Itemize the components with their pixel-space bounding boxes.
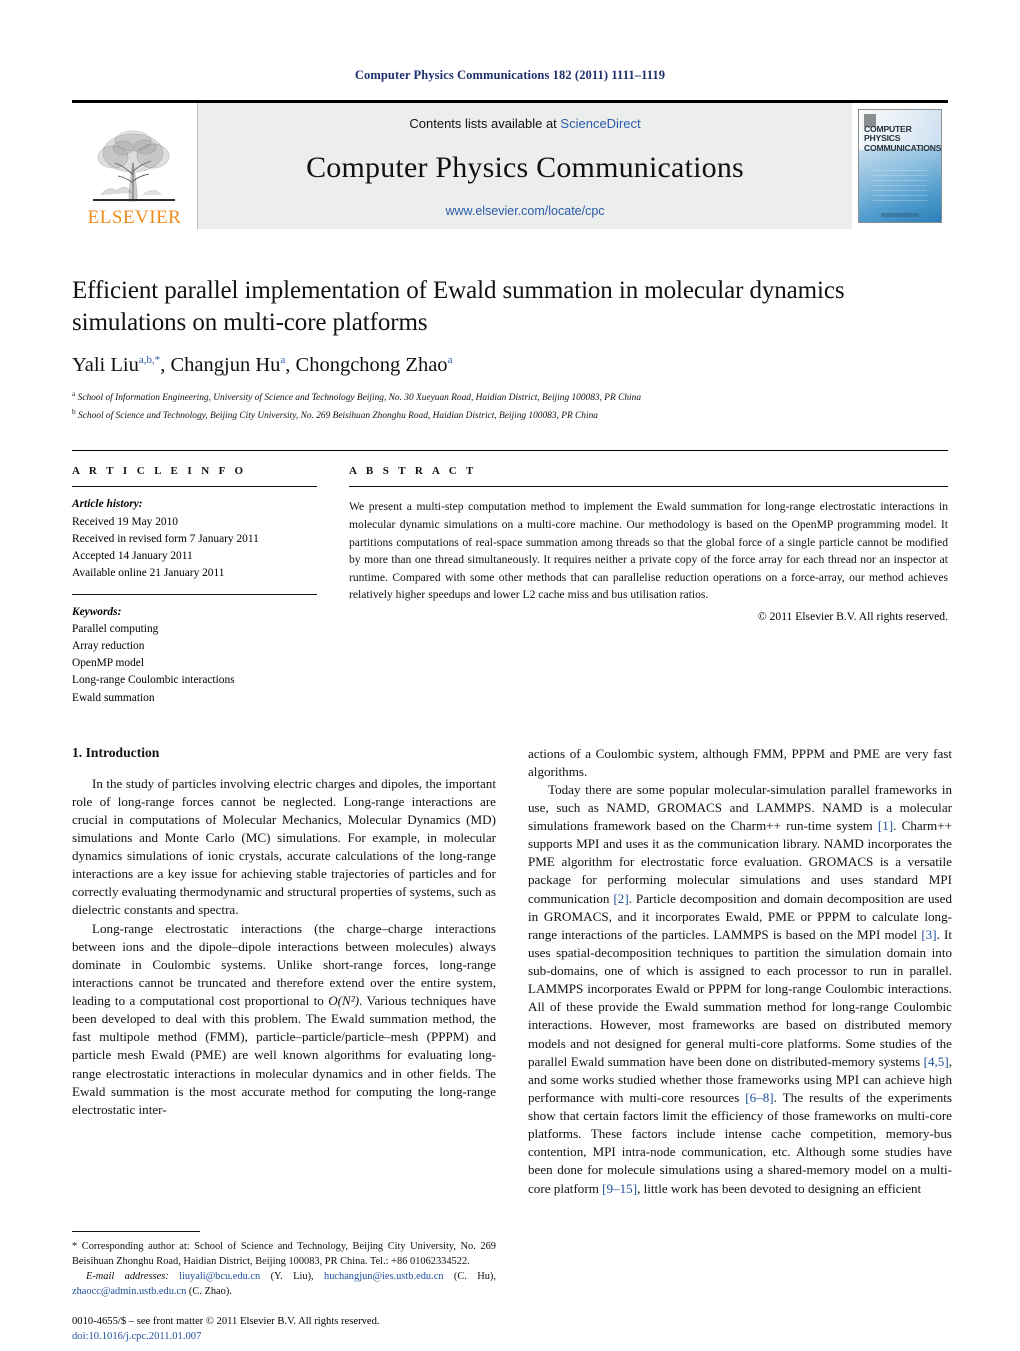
paragraph: In the study of particles involving elec… — [72, 775, 496, 918]
corresponding-text: Corresponding author at: School of Scien… — [72, 1240, 496, 1267]
paragraph: Today there are some popular molecular-s… — [528, 781, 952, 1198]
body-column-right: actions of a Coulombic system, although … — [528, 745, 952, 1345]
email-owner-3: (C. Zhao). — [188, 1285, 232, 1297]
journal-cover-thumbnail: COMPUTER PHYSICS COMMUNICATIONS — [852, 103, 948, 229]
imprint-block: 0010-4655/$ – see front matter © 2011 El… — [72, 1314, 496, 1345]
running-head: Computer Physics Communications 182 (201… — [354, 68, 666, 82]
cover-image: COMPUTER PHYSICS COMMUNICATIONS — [858, 109, 942, 223]
title-block: Efficient parallel implementation of Ewa… — [72, 275, 948, 423]
article-info-column: A R T I C L E I N F O Article history: R… — [72, 465, 317, 706]
article-history-label: Article history: — [72, 498, 143, 511]
email-link-1[interactable]: liuyali@bcu.edu.cn — [179, 1271, 260, 1282]
history-item: Received in revised form 7 January 2011 — [72, 532, 259, 545]
elsevier-wordmark: ELSEVIER — [87, 207, 182, 228]
citation-ref[interactable]: [6–8] — [745, 1090, 773, 1105]
citation-ref[interactable]: [2] — [613, 891, 628, 906]
banner-center: Contents lists available at ScienceDirec… — [198, 103, 852, 229]
paragraph-part: , little work has been devoted to design… — [637, 1180, 922, 1196]
keywords-group: Keywords: Parallel computing Array reduc… — [72, 604, 317, 707]
sciencedirect-link[interactable]: ScienceDirect — [560, 116, 640, 131]
paragraph: actions of a Coulombic system, although … — [528, 745, 952, 779]
journal-banner: ELSEVIER Contents lists available at Sci… — [72, 100, 948, 229]
history-item: Received 19 May 2010 — [72, 515, 178, 528]
article-history-group: Article history: Received 19 May 2010 Re… — [72, 496, 317, 582]
contents-available-line: Contents lists available at ScienceDirec… — [409, 116, 640, 131]
history-item: Accepted 14 January 2011 — [72, 549, 193, 562]
elsevier-logo: ELSEVIER — [72, 103, 198, 229]
corresponding-marker: * — [72, 1240, 78, 1252]
abstract-rule — [349, 486, 948, 488]
cover-subtitle-rule — [864, 149, 935, 152]
affiliation-b-text: School of Science and Technology, Beijin… — [78, 410, 598, 421]
footnote-divider — [72, 1230, 200, 1232]
keyword-item: Long-range Coulombic interactions — [72, 674, 235, 687]
abstract-text: We present a multi-step computation meth… — [349, 500, 948, 602]
email-owner-1: (Y. Liu), — [270, 1270, 314, 1282]
article-info-heading: A R T I C L E I N F O — [72, 465, 247, 478]
corresponding-author-note: * Corresponding author at: School of Sci… — [72, 1239, 496, 1269]
paragraph-part: . Various techniques have been developed… — [72, 993, 496, 1117]
email-note: E-mail addresses: liuyali@bcu.edu.cn (Y.… — [72, 1269, 496, 1299]
footnote-area: * Corresponding author at: School of Sci… — [72, 1230, 496, 1345]
affiliation-a: a School of Information Engineering, Uni… — [72, 389, 642, 404]
history-item: Available online 21 January 2011 — [72, 566, 225, 579]
abstract-copyright: © 2011 Elsevier B.V. All rights reserved… — [757, 610, 948, 624]
affiliation-a-text: School of Information Engineering, Unive… — [77, 393, 642, 404]
section-heading-introduction: 1. Introduction — [72, 744, 160, 760]
page-title: Efficient parallel implementation of Ewa… — [72, 277, 845, 336]
keyword-item: Ewald summation — [72, 691, 155, 704]
author-list: Yali Liua,b,*, Changjun Hua, Chongchong … — [72, 354, 453, 376]
paper-page: Computer Physics Communications 182 (201… — [0, 0, 1020, 1351]
article-info-separator — [72, 593, 317, 595]
journal-url-link[interactable]: www.elsevier.com/locate/cpc — [445, 204, 604, 218]
citation-ref[interactable]: [9–15] — [602, 1181, 637, 1196]
keywords-label: Keywords: — [72, 605, 122, 618]
keyword-item: Parallel computing — [72, 623, 159, 636]
journal-title: Computer Physics Communications — [306, 150, 744, 184]
email-link-3[interactable]: zhaocc@admin.ustb.edu.cn — [72, 1286, 186, 1297]
doi-link[interactable]: doi:10.1016/j.cpc.2011.01.007 — [72, 1329, 496, 1344]
citation-ref[interactable]: [4,5] — [924, 1054, 949, 1069]
contents-prefix: Contents lists available at — [409, 116, 557, 131]
email-link-2[interactable]: huchangjun@ies.ustb.edu.cn — [324, 1271, 444, 1282]
affiliation-b: b School of Science and Technology, Beij… — [72, 406, 598, 421]
cover-title-line-1: COMPUTER PHYSICS — [864, 124, 912, 144]
citation-ref[interactable]: [1] — [878, 818, 893, 833]
affiliation-list: a School of Information Engineering, Uni… — [72, 388, 948, 423]
paragraph: Long-range electrostatic interactions (t… — [72, 920, 496, 1119]
elsevier-tree-icon — [92, 130, 175, 202]
body-columns: 1. Introduction In the study of particle… — [72, 745, 952, 1345]
abstract-column: A B S T R A C T We present a multi-step … — [349, 465, 948, 706]
cover-footer-bar — [881, 213, 919, 217]
article-info-rule — [72, 486, 317, 488]
info-abstract-region: A R T I C L E I N F O Article history: R… — [72, 450, 948, 706]
keyword-item: Array reduction — [72, 640, 145, 653]
inline-math-complexity: O(N²) — [328, 993, 360, 1009]
imprint-line: 0010-4655/$ – see front matter © 2011 El… — [72, 1315, 380, 1327]
email-label: E-mail addresses: — [86, 1270, 169, 1282]
paragraph-part: . It uses spatial-decomposition techniqu… — [528, 926, 953, 1069]
abstract-heading: A B S T R A C T — [349, 465, 477, 478]
keyword-item: OpenMP model — [72, 657, 145, 670]
cover-texture-lines — [873, 170, 927, 204]
body-column-left: 1. Introduction In the study of particle… — [72, 745, 496, 1345]
email-owner-2: (C. Hu), — [453, 1270, 496, 1282]
citation-ref[interactable]: [3] — [921, 927, 936, 942]
